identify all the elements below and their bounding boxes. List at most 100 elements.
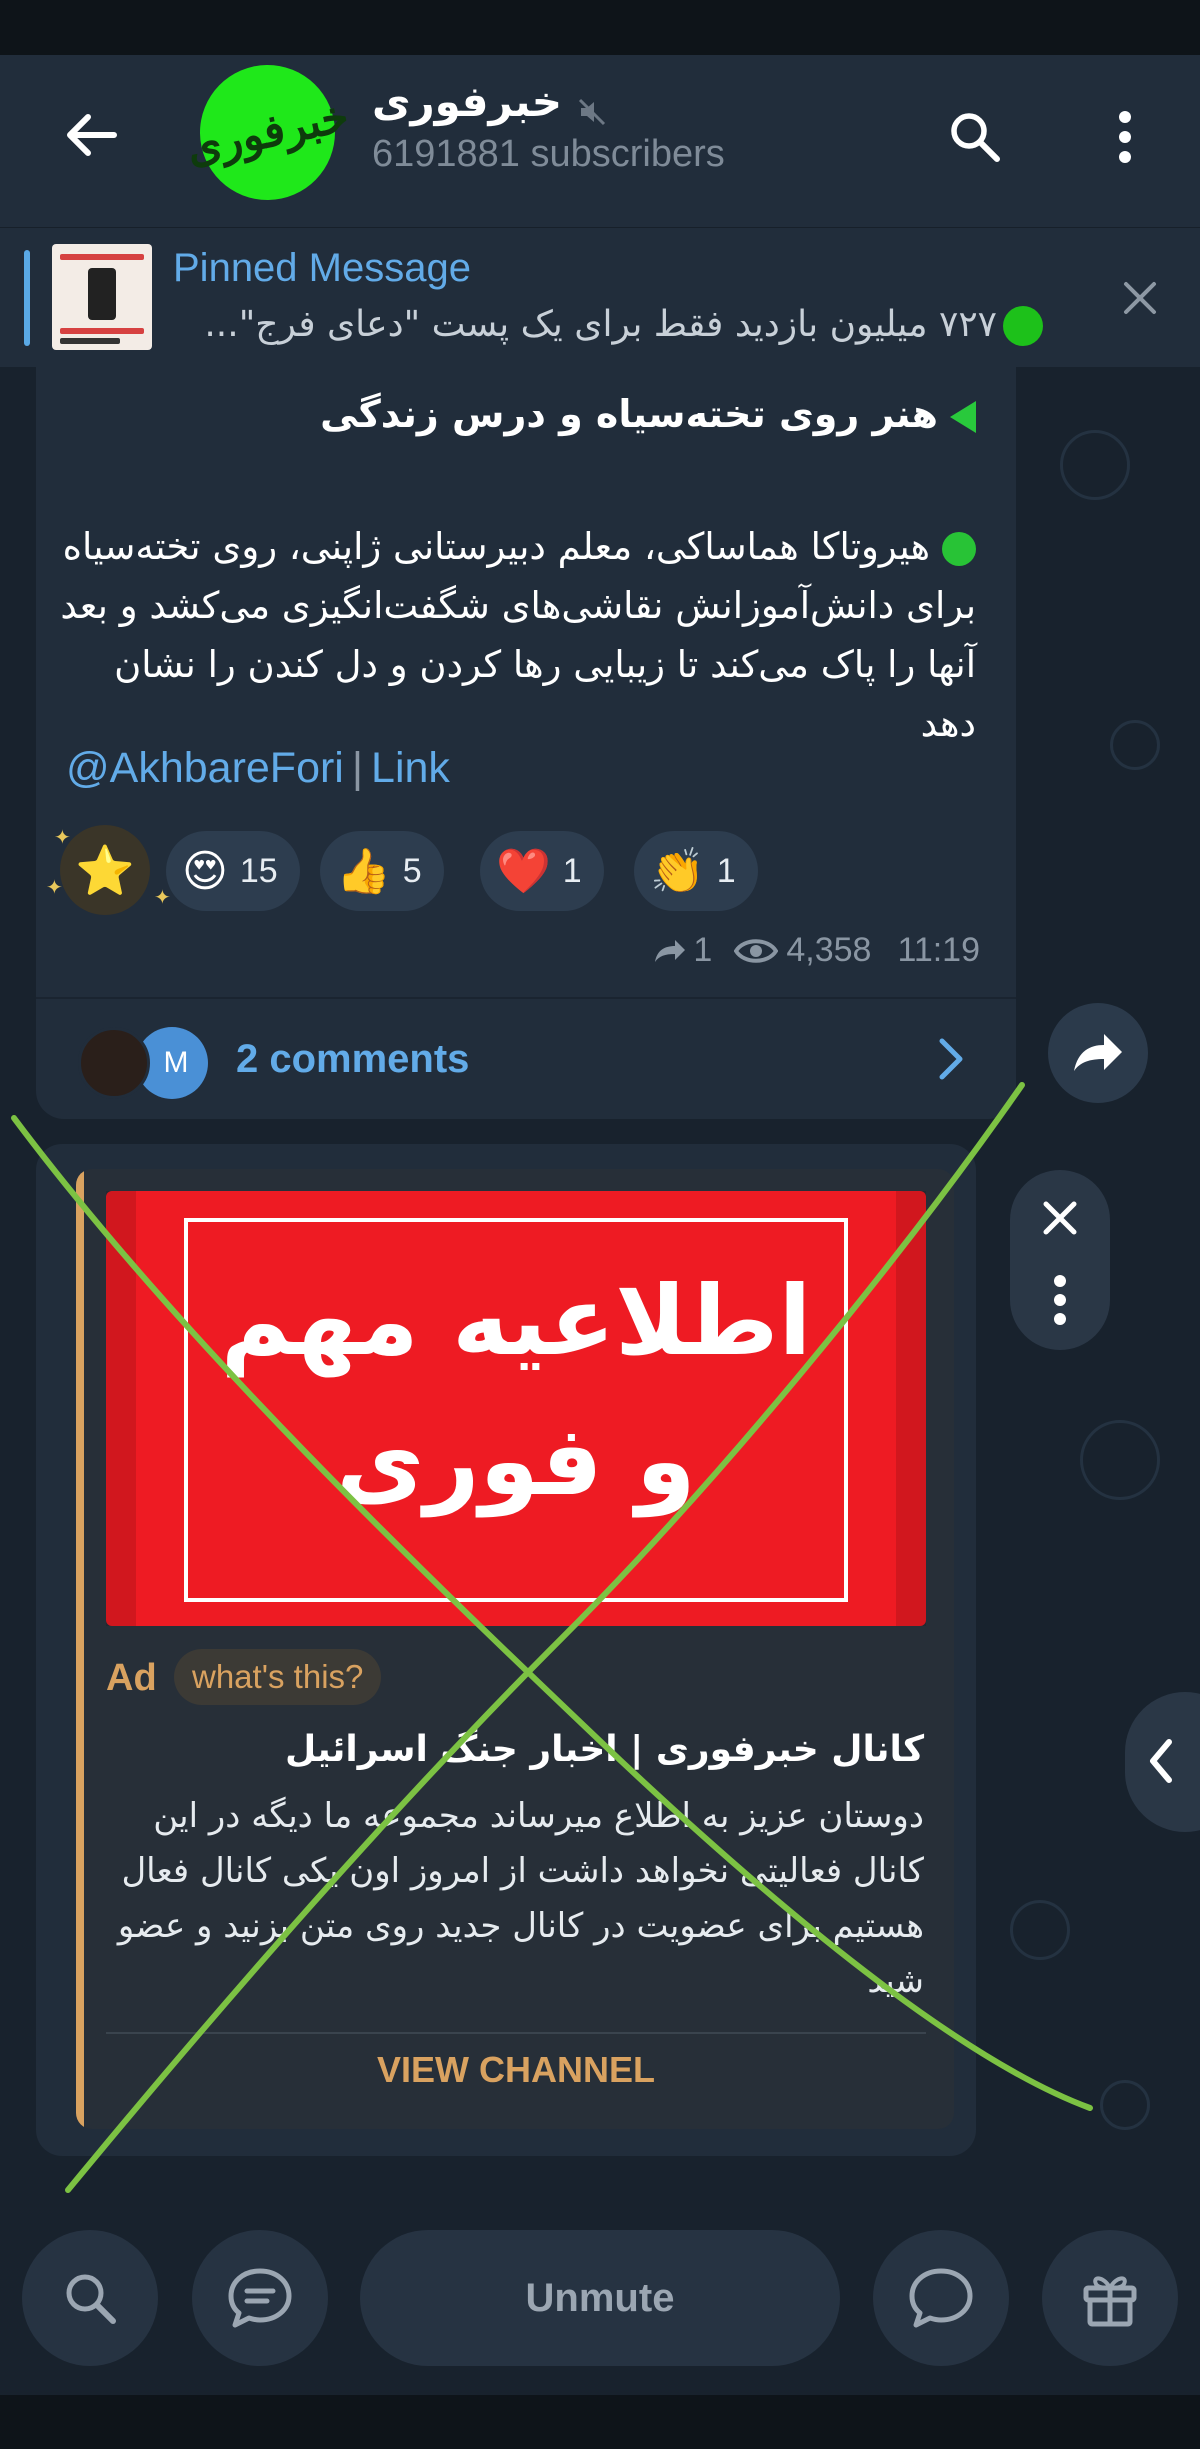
post-title-text: هنر روی تخته‌سیاه و درس زندگی [320,392,938,436]
sparkle-icon: ✦ [46,875,63,899]
background-doodle [1100,2080,1150,2130]
star-reaction-button[interactable]: ⭐ [60,825,150,915]
forward-count: 1 [693,931,713,969]
ad-controls [1010,1170,1110,1350]
reaction-heart-eyes[interactable]: 😍 15 [166,831,300,911]
search-icon [66,2274,116,2324]
status-bar-area [0,0,1200,55]
banner-line-2: و فوری [336,1405,696,1517]
chat-bubble-icon [909,2268,973,2328]
back-button[interactable] [50,95,130,175]
ad-more-button[interactable] [1030,1270,1090,1330]
post-meta: 1 4,358 11:19 [653,931,980,970]
post-body: هیروتاکا هماساکی، معلم دبیرستانی ژاپنی، … [56,517,976,753]
comments-button[interactable]: M 2 comments [36,997,1016,1117]
reaction-heart[interactable]: ❤️ 1 [480,831,604,911]
play-icon [950,400,976,433]
gift-button[interactable] [1042,2230,1178,2366]
more-options-button[interactable] [1085,97,1165,177]
post-link[interactable]: Link [371,744,450,792]
post-title: هنر روی تخته‌سیاه و درس زندگی [76,392,976,436]
eye-icon [734,938,779,963]
pinned-title: Pinned Message [173,246,471,290]
vertical-dots-icon [1119,111,1131,163]
pinned-thumbnail [52,244,152,350]
reaction-count: 15 [239,851,278,890]
back-arrow-icon [67,114,117,156]
ad-divider [106,2032,926,2034]
background-doodle [1010,1900,1070,1960]
close-icon [1043,1201,1077,1235]
reaction-thumbs-up[interactable]: 👍 5 [320,831,444,911]
message-button[interactable] [873,2230,1009,2366]
vertical-dots-icon [1054,1275,1066,1325]
search-icon [951,113,1000,162]
whats-this-button[interactable]: what's this? [174,1649,382,1705]
sparkle-icon: ✦ [54,825,71,849]
pinned-preview-text: ۷۲۷ میلیون بازدید فقط برای یک پست "دعای … [204,304,997,345]
close-ad-button[interactable] [1030,1188,1090,1248]
discussion-button[interactable] [192,2230,328,2366]
post-body-text: هیروتاکا هماساکی، معلم دبیرستانی ژاپنی، … [60,525,976,745]
subscriber-count: 6191881 subscribers [372,132,725,175]
side-panel-toggle[interactable] [1125,1692,1200,1832]
sparkle-icon: ✦ [154,885,171,909]
ad-title: کانال خبرفوری | اخبار جنگ اسرائیل [285,1729,924,1770]
reactions-row: ⭐ ✦ ✦ ✦ 😍 15 👍 5 ❤️ 1 👏 1 [46,825,1014,915]
forward-count-icon [655,939,686,962]
post-time: 11:19 [897,931,980,969]
pinned-channel-logo-icon [1003,306,1043,346]
thumbs-up-icon: 👍 [336,846,391,897]
commenter-initial: M [163,1046,189,1079]
green-circle-icon [942,531,976,566]
avatar-logo-text: خبرفوری [181,90,354,175]
navigation-bar-area [0,2395,1200,2449]
reaction-count: 1 [716,851,736,890]
pinned-preview: ۷۲۷ میلیون بازدید فقط برای یک پست "دعای … [173,304,1043,346]
comments-label: 2 comments [236,1037,470,1081]
view-channel-button[interactable]: VIEW CHANNEL [106,2049,926,2091]
commenter-avatar [78,1027,150,1099]
search-button[interactable] [935,97,1015,177]
search-messages-button[interactable] [22,2230,158,2366]
share-button[interactable] [1048,1003,1148,1103]
gift-icon [1083,2276,1137,2327]
ad-body: دوستان عزیز به اطلاع میرساند مجموعه ما د… [117,1796,924,2001]
ad-label: Ad [106,1657,157,1699]
link-separator: | [351,744,364,792]
phone-graphic [88,268,116,320]
close-icon [1124,282,1156,314]
background-doodle [1060,430,1130,500]
background-doodle [1080,1420,1160,1500]
clap-icon: 👏 [650,846,705,897]
reaction-count: 1 [562,851,582,890]
chat-lines-icon [228,2268,292,2328]
ad-accent-stripe [76,1169,84,2129]
reaction-clap[interactable]: 👏 1 [634,831,758,911]
pinned-message-bar[interactable]: Pinned Message ۷۲۷ میلیون بازدید فقط برا… [0,227,1200,367]
ad-banner-image[interactable]: اطلاعیه مهم و فوری [106,1191,926,1626]
star-icon: ⭐ [75,842,135,899]
channel-post: هنر روی تخته‌سیاه و درس زندگی هیروتاکا ه… [36,367,1016,1119]
heart-icon: ❤️ [496,846,551,897]
background-doodle [1110,720,1160,770]
ad-content[interactable]: اطلاعیه مهم و فوری Ad what's this? کانال… [76,1169,954,2129]
share-arrow-icon [1074,1034,1122,1071]
muted-speaker-icon [579,98,606,125]
view-count: 4,358 [786,931,872,969]
channel-title-block[interactable]: خبرفوری 6191881 subscribers [372,77,912,176]
bottom-bar: Unmute [0,2230,1200,2395]
unmute-label: Unmute [525,2275,675,2320]
unmute-button[interactable]: Unmute [360,2230,840,2366]
sponsored-ad: اطلاعیه مهم و فوری Ad what's this? کانال… [36,1144,976,2156]
telegram-channel-screen: خبرفوری خبرفوری 6191881 subscribers Pinn… [0,0,1200,2449]
channel-header: خبرفوری خبرفوری 6191881 subscribers [0,52,1200,227]
close-pinned-button[interactable] [1110,268,1170,328]
channel-title: خبرفوری [372,77,563,126]
channel-avatar[interactable]: خبرفوری [182,52,353,213]
pinned-indicator [24,250,30,346]
heart-eyes-icon: 😍 [182,845,228,897]
reaction-count: 5 [402,851,422,890]
channel-handle-link[interactable]: @AkhbareFori [66,744,344,792]
chevron-left-icon [1150,1739,1172,1783]
